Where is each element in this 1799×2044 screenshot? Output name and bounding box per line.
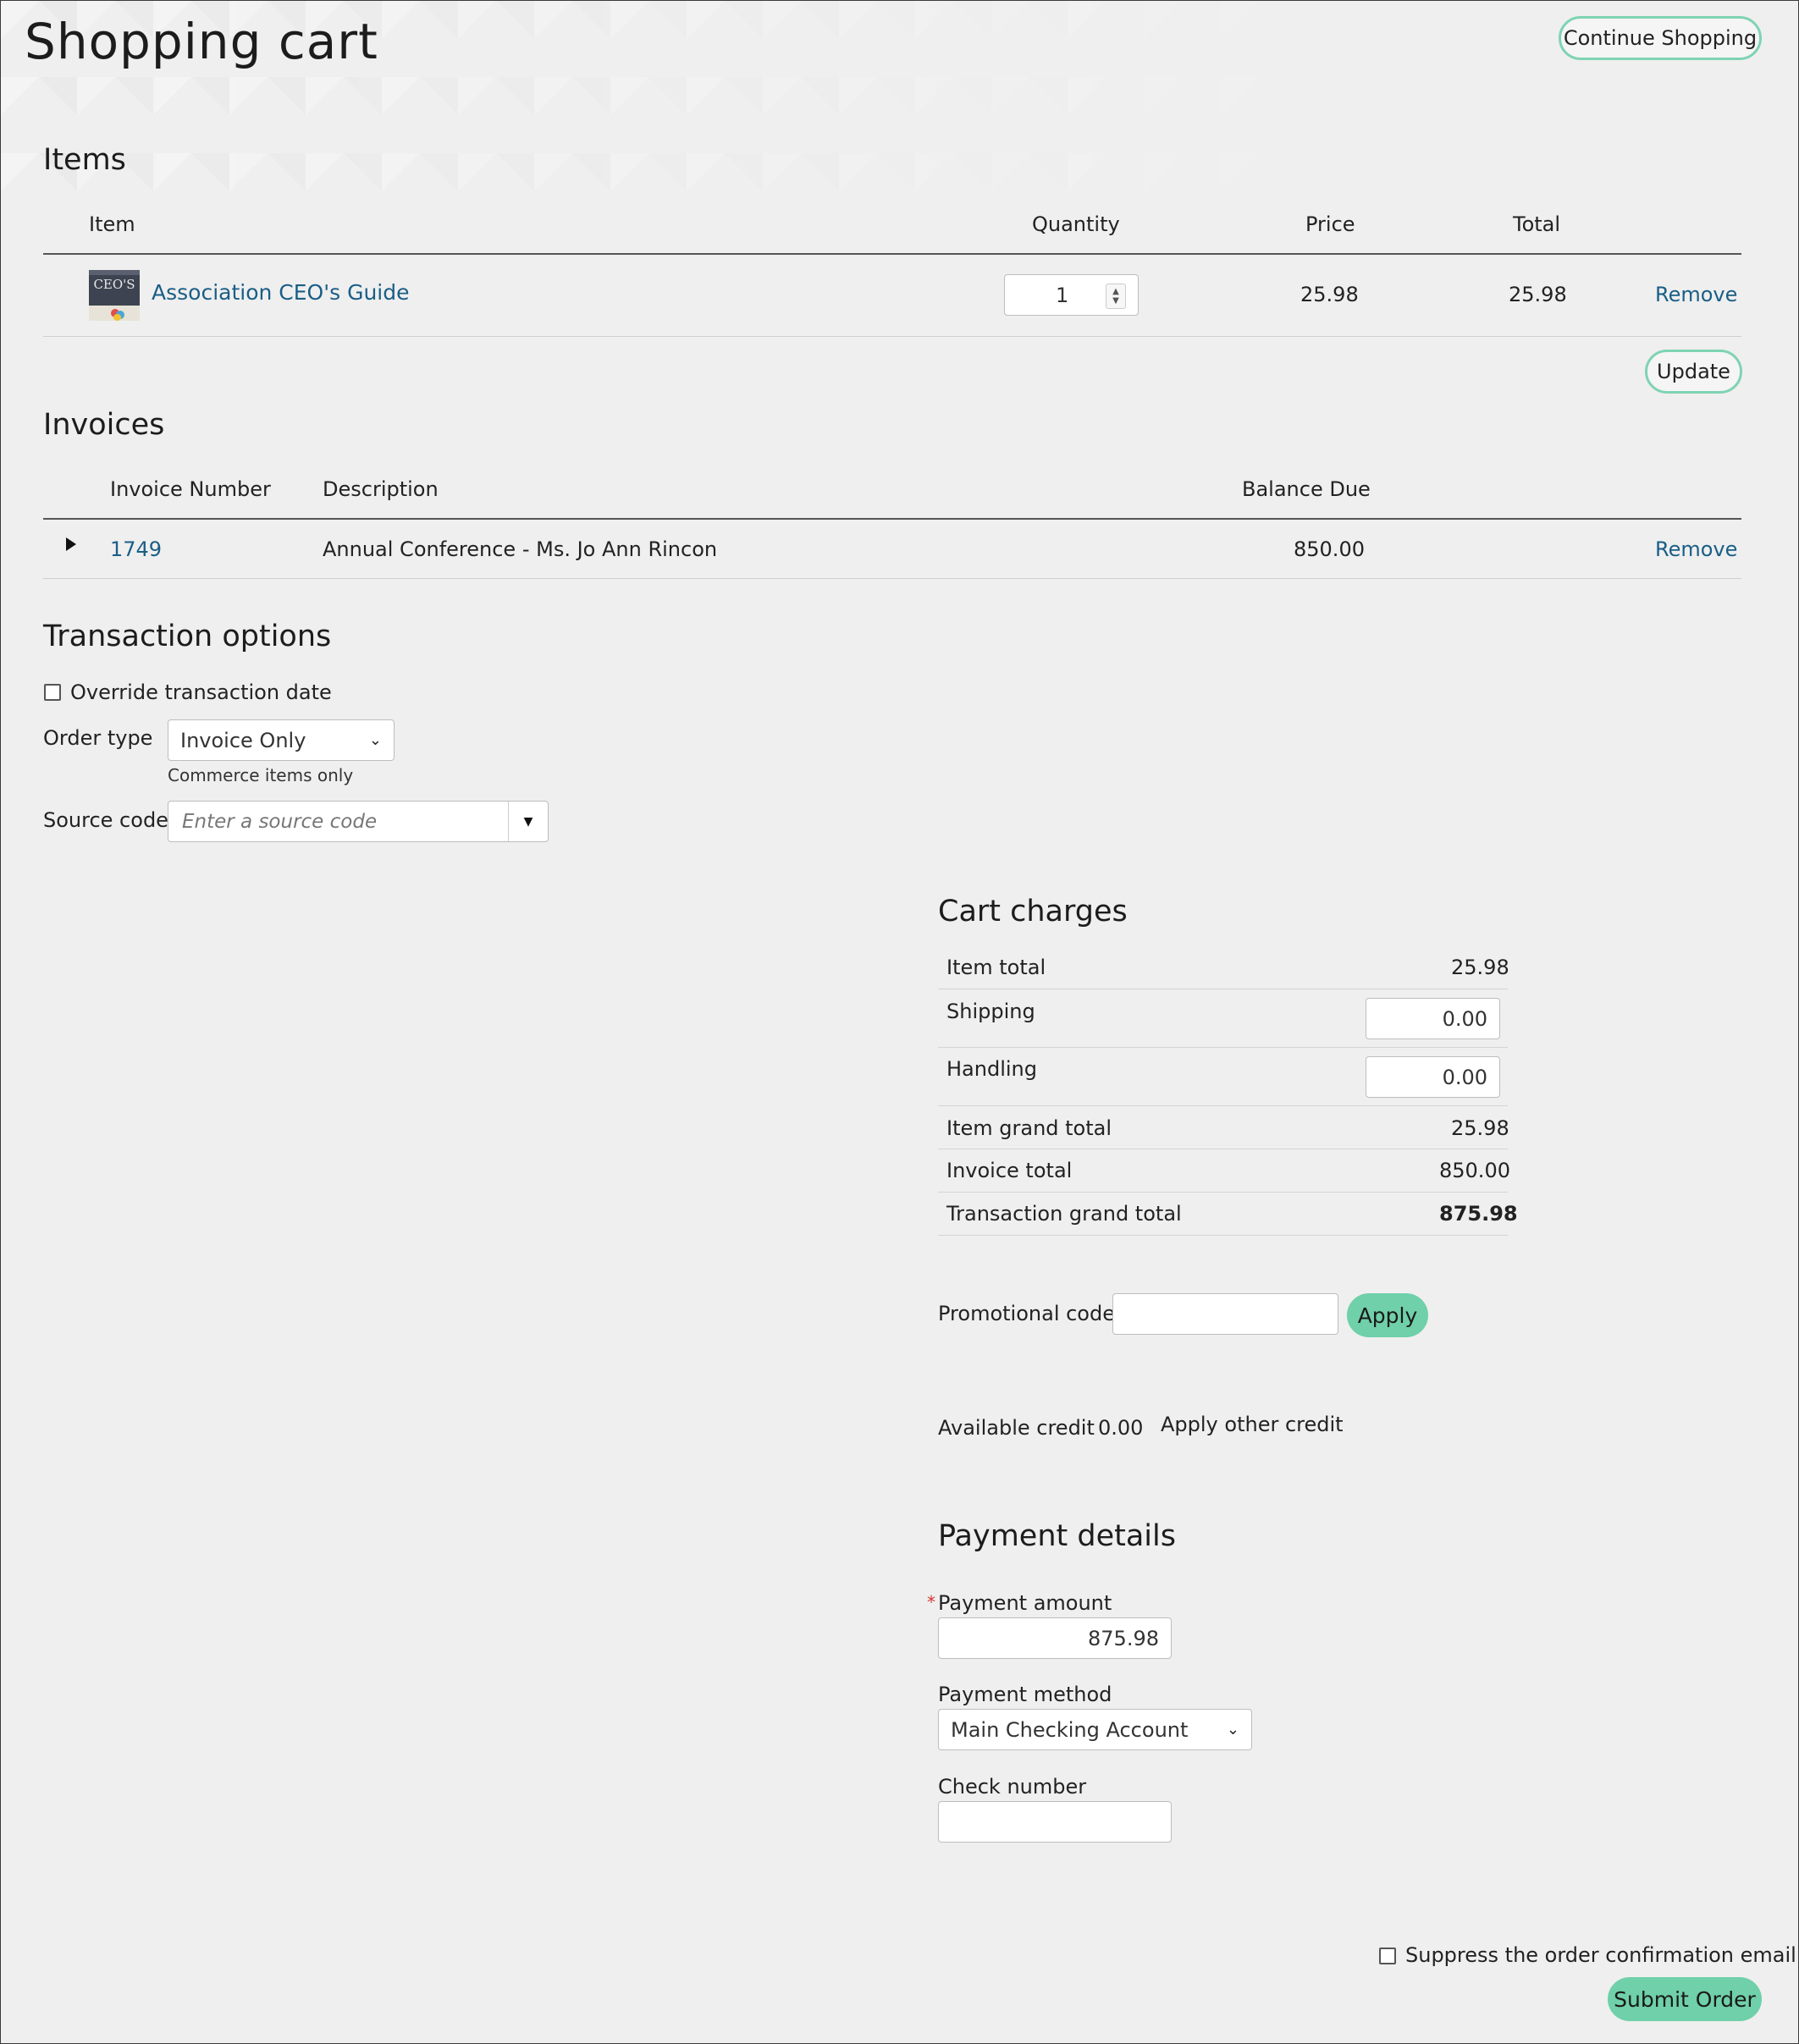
caret-down-icon: ▼ (523, 814, 533, 829)
charges-divider (938, 1235, 1508, 1236)
shipping-label: Shipping (946, 1000, 1035, 1023)
item-total: 25.98 (1509, 283, 1567, 306)
apply-promo-label: Apply (1357, 1303, 1418, 1328)
order-type-value: Invoice Only (180, 728, 306, 752)
items-heading: Items (43, 143, 126, 177)
shipping-input[interactable]: 0.00 (1366, 998, 1500, 1039)
payment-details-heading: Payment details (938, 1519, 1176, 1553)
handling-input[interactable]: 0.00 (1366, 1056, 1500, 1098)
check-number-label: Check number (938, 1775, 1087, 1799)
product-thumbnail: CEO'S (89, 270, 140, 321)
invoice-description: Annual Conference - Ms. Jo Ann Rincon (323, 537, 718, 561)
promo-code-label: Promotional code (938, 1302, 1115, 1325)
continue-shopping-button[interactable]: Continue Shopping (1559, 16, 1762, 60)
apply-promo-button[interactable]: Apply (1347, 1293, 1428, 1337)
submit-order-button[interactable]: Submit Order (1608, 1977, 1762, 2021)
spinner-down-icon[interactable]: ▼ (1112, 296, 1119, 306)
source-code-label: Source code (43, 808, 168, 832)
source-code-dropdown-button[interactable]: ▼ (508, 802, 548, 841)
shipping-value: 0.00 (1442, 1006, 1487, 1031)
chevron-down-icon: ⌄ (368, 731, 382, 749)
spinner-icon[interactable]: ▲ ▼ (1106, 284, 1126, 309)
payment-method-select[interactable]: Main Checking Account ⌄ (938, 1709, 1252, 1750)
invoices-col-number: Invoice Number (110, 477, 271, 501)
available-credit-value: 0.00 (1098, 1416, 1144, 1440)
invoices-col-description: Description (323, 477, 439, 501)
promo-code-input[interactable] (1112, 1293, 1338, 1335)
suppress-email-label: Suppress the order confirmation email (1405, 1943, 1796, 1967)
transaction-grand-total-value: 875.98 (1439, 1202, 1518, 1226)
payment-method-value: Main Checking Account (951, 1717, 1189, 1742)
page-title: Shopping cart (25, 13, 378, 70)
invoices-heading: Invoices (43, 408, 165, 442)
submit-order-label: Submit Order (1614, 1986, 1756, 2012)
item-remove-link[interactable]: Remove (1655, 283, 1737, 306)
payment-amount-label: Payment amount (938, 1591, 1112, 1615)
order-type-select[interactable]: Invoice Only ⌄ (168, 719, 395, 761)
transaction-grand-total-label: Transaction grand total (946, 1202, 1182, 1226)
source-code-combobox[interactable]: Enter a source code ▼ (168, 801, 549, 842)
invoice-total-label: Invoice total (946, 1159, 1073, 1182)
spinner-up-icon[interactable]: ▲ (1112, 287, 1119, 296)
check-number-input[interactable] (938, 1801, 1172, 1843)
page: Shopping cart Continue Shopping Items It… (0, 0, 1799, 2044)
update-button[interactable]: Update (1645, 350, 1742, 394)
continue-shopping-label: Continue Shopping (1563, 26, 1758, 50)
invoices-col-balance: Balance Due (1242, 477, 1371, 501)
expand-triangle-icon[interactable] (66, 537, 76, 551)
items-row-divider (43, 336, 1741, 337)
update-label: Update (1657, 360, 1730, 383)
required-marker: * (927, 1592, 935, 1612)
override-date-label: Override transaction date (70, 680, 332, 704)
available-credit-label: Available credit (938, 1416, 1095, 1440)
charges-divider (938, 1047, 1508, 1048)
payment-amount-input[interactable]: 875.98 (938, 1617, 1172, 1659)
item-total-value: 25.98 (1451, 956, 1509, 979)
item-grand-total-label: Item grand total (946, 1116, 1112, 1140)
items-header-divider (43, 253, 1741, 255)
payment-amount-value: 875.98 (1088, 1626, 1159, 1650)
chevron-down-icon: ⌄ (1226, 1721, 1239, 1738)
quantity-value: 1 (1056, 283, 1069, 307)
source-code-input[interactable]: Enter a source code (168, 811, 377, 833)
override-date-checkbox[interactable] (44, 684, 61, 701)
item-price: 25.98 (1300, 283, 1359, 306)
charges-divider (938, 1105, 1508, 1106)
quantity-stepper[interactable]: 1 ▲ ▼ (1004, 274, 1139, 316)
order-type-hint: Commerce items only (168, 765, 354, 785)
order-type-label: Order type (43, 726, 153, 750)
items-col-price: Price (1305, 212, 1355, 236)
items-col-item: Item (89, 212, 135, 236)
invoice-total-value: 850.00 (1439, 1159, 1510, 1182)
invoice-balance: 850.00 (1294, 537, 1365, 561)
transaction-options-heading: Transaction options (43, 620, 332, 653)
apply-other-credit-link[interactable]: Apply other credit (1161, 1413, 1344, 1436)
charges-divider (938, 1192, 1508, 1193)
thumbnail-title: CEO'S (93, 277, 135, 292)
items-col-quantity: Quantity (1032, 212, 1120, 236)
suppress-email-checkbox[interactable] (1379, 1948, 1396, 1964)
item-grand-total-value: 25.98 (1451, 1116, 1509, 1140)
invoices-header-divider (43, 518, 1741, 520)
item-name-link[interactable]: Association CEO's Guide (152, 280, 409, 305)
items-col-total: Total (1513, 212, 1561, 236)
invoices-row-divider (43, 578, 1741, 579)
handling-value: 0.00 (1442, 1065, 1487, 1089)
invoice-number-link[interactable]: 1749 (110, 537, 162, 561)
payment-method-label: Payment method (938, 1683, 1112, 1706)
item-total-label: Item total (946, 956, 1046, 979)
invoice-remove-link[interactable]: Remove (1655, 537, 1737, 561)
cart-charges-heading: Cart charges (938, 895, 1128, 928)
handling-label: Handling (946, 1057, 1037, 1081)
